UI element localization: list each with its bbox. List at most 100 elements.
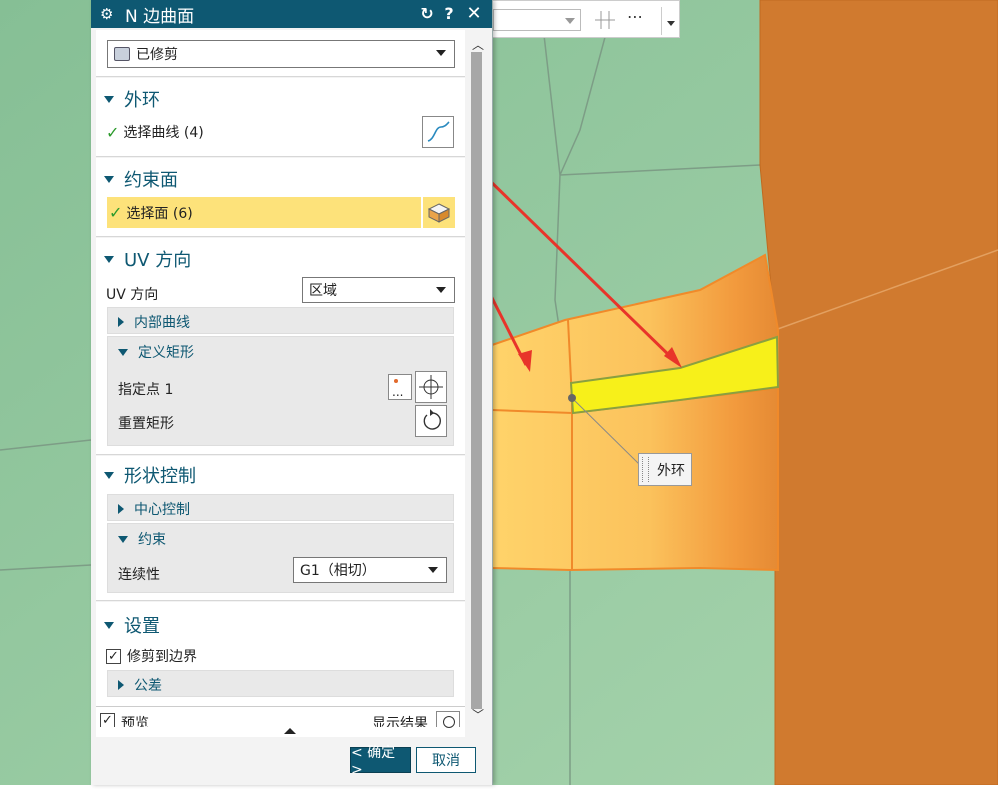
dark-orange-surface bbox=[759, 0, 998, 786]
reset-rect-label: 重置矩形 bbox=[118, 416, 174, 432]
define-rect-subsection: 定义矩形 指定点 1 ... 重置矩形 bbox=[107, 336, 454, 446]
type-section: 已修剪 bbox=[96, 30, 465, 77]
face-icon bbox=[427, 203, 451, 223]
collapse-icon bbox=[104, 175, 114, 183]
collapse-icon bbox=[104, 255, 114, 263]
expand-icon bbox=[118, 504, 124, 514]
reset-icon[interactable]: ↻ bbox=[417, 4, 437, 24]
toolbar-dropdown[interactable] bbox=[493, 9, 581, 31]
curve-select-button[interactable] bbox=[422, 116, 454, 148]
shape-control-header[interactable]: 形状控制 bbox=[104, 462, 196, 488]
dialog-titlebar[interactable]: ⚙ N 边曲面 ↻ ? ✕ bbox=[91, 0, 492, 28]
expand-icon bbox=[118, 680, 124, 690]
scroll-down-icon[interactable]: ﹀ bbox=[472, 706, 484, 723]
n-sided-surface-dialog: ⚙ N 边曲面 ↻ ? ✕ 已修剪 外环 ✓ 选择曲线 (4) 约束面 ✓ 选择… bbox=[91, 0, 493, 785]
help-icon[interactable]: ? bbox=[439, 4, 459, 24]
settings-title: 设置 bbox=[124, 616, 160, 637]
preview-label: 预览 bbox=[121, 716, 149, 727]
trim-to-boundary-row[interactable]: ✓ 修剪到边界 bbox=[106, 646, 197, 666]
specify-point-label: 指定点 1 bbox=[118, 382, 174, 398]
uv-direction-section: UV 方向 UV 方向 区域 内部曲线 定义矩形 指定点 1 ... 重置矩形 bbox=[96, 238, 465, 455]
tolerance-header[interactable]: 公差 bbox=[118, 675, 162, 695]
point-dots-icon bbox=[394, 379, 398, 383]
ellipsis-icon: ... bbox=[392, 385, 404, 399]
close-icon[interactable]: ✕ bbox=[464, 4, 484, 24]
show-result-label: 显示结果 bbox=[372, 716, 428, 727]
center-control-label: 中心控制 bbox=[134, 502, 190, 518]
view-toolbar: ⋯ bbox=[492, 0, 680, 38]
dialog-scroll-area[interactable]: 已修剪 外环 ✓ 选择曲线 (4) 约束面 ✓ 选择面 (6) UV 方向 UV… bbox=[96, 30, 465, 708]
trim-checkbox[interactable]: ✓ bbox=[106, 648, 121, 664]
continuity-dropdown[interactable]: G1（相切） bbox=[293, 557, 447, 583]
inner-curves-header[interactable]: 内部曲线 bbox=[118, 312, 190, 332]
collapse-icon bbox=[118, 348, 128, 356]
chevron-down-icon bbox=[565, 18, 575, 24]
settings-section: 设置 ✓ 修剪到边界 公差 bbox=[96, 602, 465, 707]
collapse-up-icon[interactable] bbox=[284, 728, 296, 734]
type-dropdown[interactable]: 已修剪 bbox=[107, 40, 455, 68]
collapse-icon bbox=[104, 95, 114, 103]
cancel-button[interactable]: 取消 bbox=[416, 747, 476, 773]
uv-direction-value: 区域 bbox=[309, 283, 337, 299]
center-control-subsection[interactable]: 中心控制 bbox=[107, 494, 454, 521]
scroll-up-icon[interactable]: ︿ bbox=[472, 36, 484, 53]
more-icon[interactable]: ⋯ bbox=[627, 7, 643, 26]
search-icon bbox=[443, 716, 455, 728]
preview-checkbox[interactable]: ✓ bbox=[100, 713, 115, 727]
inner-curves-subsection[interactable]: 内部曲线 bbox=[107, 307, 454, 334]
dialog-title: N 边曲面 bbox=[125, 6, 195, 27]
shape-control-title: 形状控制 bbox=[124, 466, 196, 487]
outer-loop-callout: 外环 bbox=[638, 453, 692, 486]
collapse-icon bbox=[118, 535, 128, 543]
continuity-label: 连续性 bbox=[118, 567, 160, 583]
select-curve-row[interactable]: ✓ 选择曲线 (4) bbox=[106, 122, 204, 142]
preview-option[interactable]: ✓ 预览 bbox=[100, 713, 149, 727]
snap-grid-icon[interactable] bbox=[595, 9, 615, 31]
inner-curves-label: 内部曲线 bbox=[134, 315, 190, 331]
constraint-subsection: 约束 连续性 G1（相切） bbox=[107, 523, 454, 593]
constraint-header[interactable]: 约束 bbox=[118, 529, 166, 549]
constraint-face-section: 约束面 ✓ 选择面 (6) bbox=[96, 158, 465, 237]
select-face-row[interactable]: ✓ 选择面 (6) bbox=[107, 197, 421, 228]
shape-control-section: 形状控制 中心控制 约束 连续性 G1（相切） bbox=[96, 456, 465, 601]
check-icon: ✓ bbox=[106, 122, 120, 142]
show-result-button[interactable] bbox=[436, 711, 460, 728]
chevron-down-icon bbox=[436, 50, 446, 56]
reset-rect-button[interactable] bbox=[415, 405, 447, 437]
trim-to-boundary-label: 修剪到边界 bbox=[127, 649, 197, 665]
define-rect-header[interactable]: 定义矩形 bbox=[118, 342, 194, 362]
rotate-reset-icon bbox=[423, 409, 441, 430]
outer-loop-header[interactable]: 外环 bbox=[104, 86, 160, 112]
expand-icon bbox=[118, 317, 124, 327]
callout-grip-icon bbox=[642, 457, 649, 482]
collapse-icon bbox=[104, 471, 114, 479]
uv-direction-title: UV 方向 bbox=[124, 250, 192, 271]
uv-direction-header[interactable]: UV 方向 bbox=[104, 246, 191, 272]
callout-dot bbox=[568, 394, 576, 402]
check-icon: ✓ bbox=[109, 203, 123, 222]
constraint-face-header[interactable]: 约束面 bbox=[104, 166, 178, 192]
scroll-thumb[interactable] bbox=[471, 52, 482, 709]
point-dialog-button[interactable]: ... bbox=[388, 374, 412, 400]
uv-direction-dropdown[interactable]: 区域 bbox=[302, 277, 455, 303]
tolerance-label: 公差 bbox=[134, 678, 162, 694]
type-dropdown-value: 已修剪 bbox=[136, 47, 178, 63]
gear-icon[interactable]: ⚙ bbox=[100, 6, 116, 22]
select-curve-label: 选择曲线 (4) bbox=[123, 125, 204, 141]
tolerance-subsection[interactable]: 公差 bbox=[107, 670, 454, 697]
dialog-footer: < 确定 > 取消 bbox=[91, 737, 492, 785]
continuity-value: G1（相切） bbox=[300, 563, 376, 579]
dialog-scrollbar[interactable]: ︿ ﹀ bbox=[467, 30, 485, 723]
crosshair-icon bbox=[419, 375, 443, 399]
face-select-button[interactable] bbox=[423, 197, 455, 228]
point-select-button[interactable] bbox=[415, 371, 447, 403]
trimmed-type-icon bbox=[114, 47, 130, 61]
outer-loop-title: 外环 bbox=[124, 90, 160, 111]
curve-icon bbox=[427, 121, 450, 142]
settings-header[interactable]: 设置 bbox=[104, 612, 160, 638]
chevron-down-icon bbox=[436, 287, 446, 293]
center-control-header[interactable]: 中心控制 bbox=[118, 499, 190, 519]
ok-button[interactable]: < 确定 > bbox=[350, 745, 411, 778]
toolbar-expand-icon[interactable] bbox=[661, 7, 680, 35]
select-face-label: 选择面 (6) bbox=[126, 205, 193, 222]
